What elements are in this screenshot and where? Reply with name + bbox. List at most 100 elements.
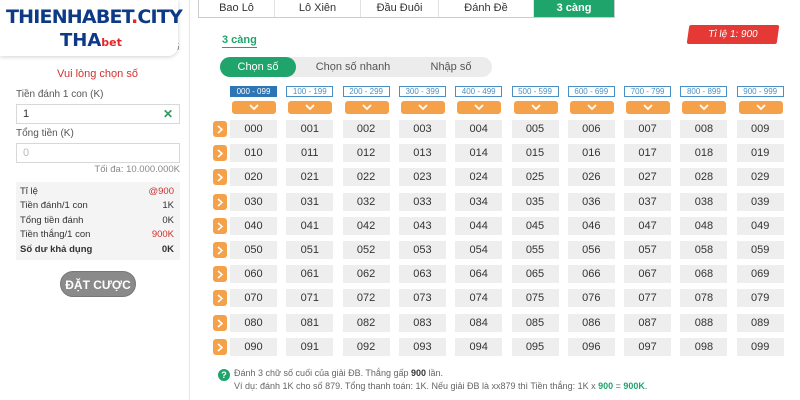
number-cell[interactable]: 070 [230, 289, 277, 308]
number-cell[interactable]: 085 [511, 313, 559, 332]
number-cell[interactable]: 063 [398, 265, 446, 284]
number-cell[interactable]: 061 [286, 265, 334, 284]
number-cell[interactable]: 071 [286, 289, 334, 308]
number-cell[interactable]: 093 [398, 337, 446, 356]
number-cell[interactable]: 079 [736, 289, 784, 308]
number-cell[interactable]: 051 [286, 241, 334, 259]
number-cell[interactable]: 002 [342, 120, 390, 138]
number-cell[interactable]: 050 [230, 241, 277, 259]
number-cell[interactable]: 054 [455, 241, 503, 259]
number-cell[interactable]: 068 [680, 265, 728, 284]
number-cell[interactable]: 067 [624, 265, 672, 284]
number-cell[interactable]: 022 [342, 168, 390, 187]
number-cell[interactable]: 019 [736, 144, 784, 163]
number-cell[interactable]: 080 [230, 313, 277, 332]
number-cell[interactable]: 001 [286, 120, 334, 138]
number-cell[interactable]: 031 [286, 192, 334, 211]
expand-range-button[interactable] [232, 101, 276, 114]
number-cell[interactable]: 060 [230, 265, 277, 284]
row-select-button[interactable] [213, 121, 227, 137]
number-cell[interactable]: 066 [567, 265, 615, 284]
number-cell[interactable]: 087 [624, 313, 672, 332]
tab-lo-xien[interactable]: Lô Xiên [275, 0, 361, 17]
row-select-button[interactable] [213, 338, 227, 355]
number-cell[interactable]: 037 [624, 192, 672, 211]
number-cell[interactable]: 005 [511, 120, 559, 138]
expand-range-button[interactable] [400, 101, 445, 114]
number-cell[interactable]: 009 [736, 120, 784, 138]
number-cell[interactable]: 029 [736, 168, 784, 187]
number-cell[interactable]: 053 [398, 241, 446, 259]
number-cell[interactable]: 033 [398, 192, 446, 211]
number-cell[interactable]: 094 [455, 337, 503, 356]
number-cell[interactable]: 016 [567, 144, 615, 163]
number-cell[interactable]: 048 [680, 216, 728, 235]
number-cell[interactable]: 038 [680, 192, 728, 211]
number-cell[interactable]: 021 [286, 168, 334, 187]
number-cell[interactable]: 020 [230, 168, 277, 187]
place-bet-button[interactable]: ĐẶT CƯỢC [60, 271, 136, 297]
number-cell[interactable]: 088 [680, 313, 728, 332]
number-cell[interactable]: 078 [680, 289, 728, 308]
row-select-button[interactable] [213, 266, 227, 283]
number-cell[interactable]: 010 [230, 144, 277, 163]
number-cell[interactable]: 073 [398, 289, 446, 308]
number-cell[interactable]: 098 [680, 337, 728, 356]
number-cell[interactable]: 089 [736, 313, 784, 332]
number-cell[interactable]: 083 [398, 313, 446, 332]
number-cell[interactable]: 018 [680, 144, 728, 163]
number-cell[interactable]: 032 [342, 192, 390, 211]
number-cell[interactable]: 007 [624, 120, 672, 138]
number-cell[interactable]: 013 [398, 144, 446, 163]
number-cell[interactable]: 074 [455, 289, 503, 308]
number-cell[interactable]: 023 [398, 168, 446, 187]
number-cell[interactable]: 004 [455, 120, 503, 138]
row-select-button[interactable] [213, 145, 227, 162]
range-button[interactable]: 100 - 199 [286, 86, 334, 97]
number-cell[interactable]: 026 [567, 168, 615, 187]
row-select-button[interactable] [213, 290, 227, 307]
total-input[interactable]: 0 [16, 143, 180, 163]
range-button[interactable]: 600 - 699 [567, 86, 615, 97]
number-cell[interactable]: 077 [624, 289, 672, 308]
number-cell[interactable]: 090 [230, 337, 277, 356]
row-select-button[interactable] [213, 217, 227, 234]
number-cell[interactable]: 003 [398, 120, 446, 138]
expand-range-button[interactable] [738, 101, 783, 114]
number-cell[interactable]: 052 [342, 241, 390, 259]
number-cell[interactable]: 096 [567, 337, 615, 356]
number-cell[interactable]: 045 [511, 216, 559, 235]
number-cell[interactable]: 042 [342, 216, 390, 235]
clear-icon[interactable]: ✕ [163, 107, 173, 121]
number-cell[interactable]: 000 [230, 120, 277, 138]
number-cell[interactable]: 034 [455, 192, 503, 211]
number-cell[interactable]: 044 [455, 216, 503, 235]
number-cell[interactable]: 065 [511, 265, 559, 284]
expand-range-button[interactable] [569, 101, 614, 114]
number-cell[interactable]: 081 [286, 313, 334, 332]
number-cell[interactable]: 055 [511, 241, 559, 259]
number-cell[interactable]: 095 [511, 337, 559, 356]
number-cell[interactable]: 006 [567, 120, 615, 138]
number-cell[interactable]: 069 [736, 265, 784, 284]
mode-tab-chon-so[interactable]: Chọn số [220, 57, 296, 77]
number-cell[interactable]: 028 [680, 168, 728, 187]
number-cell[interactable]: 082 [342, 313, 390, 332]
number-cell[interactable]: 092 [342, 337, 390, 356]
range-button[interactable]: 300 - 399 [398, 86, 446, 97]
number-cell[interactable]: 014 [455, 144, 503, 163]
number-cell[interactable]: 035 [511, 192, 559, 211]
range-button[interactable]: 800 - 899 [680, 86, 728, 97]
brand-logo[interactable]: THIENHABET.CITY THAbet [0, 0, 183, 56]
number-cell[interactable]: 062 [342, 265, 390, 284]
range-button[interactable]: 900 - 999 [736, 86, 784, 97]
tab-dau-duoi[interactable]: Đầu Đuôi [361, 0, 439, 17]
row-select-button[interactable] [213, 242, 227, 258]
mode-tab-chon-so-nhanh[interactable]: Chọn số nhanh [296, 57, 410, 77]
row-select-button[interactable] [213, 169, 227, 186]
number-cell[interactable]: 027 [624, 168, 672, 187]
tab-3-cang[interactable]: 3 càng [534, 0, 614, 17]
number-cell[interactable]: 011 [286, 144, 334, 163]
expand-range-button[interactable] [457, 101, 502, 114]
number-cell[interactable]: 059 [736, 241, 784, 259]
